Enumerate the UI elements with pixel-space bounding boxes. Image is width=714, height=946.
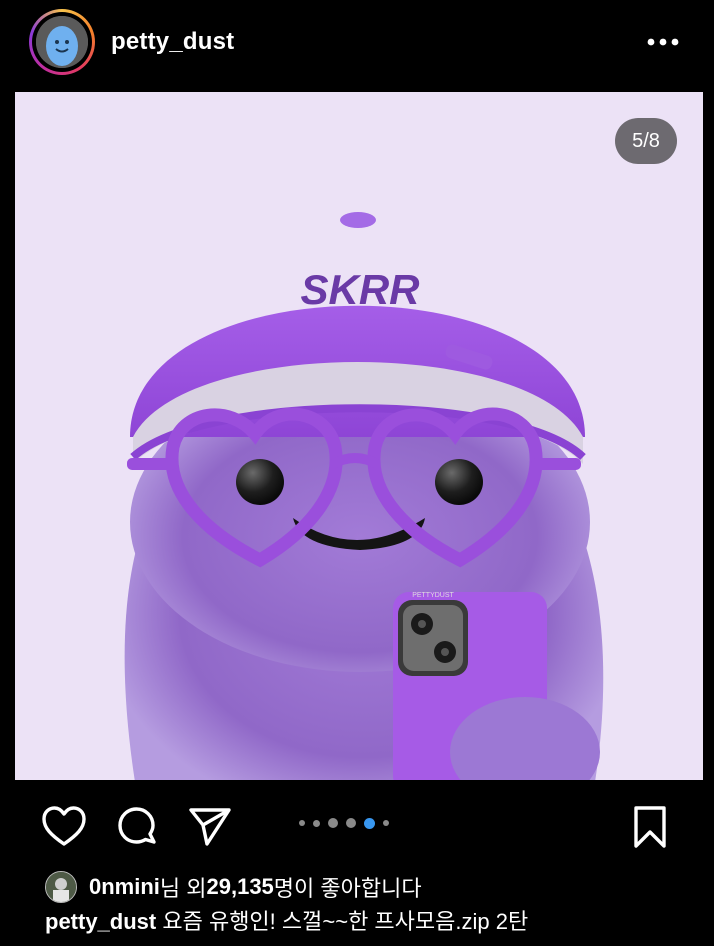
phone-brand-text: PETTYDUST bbox=[412, 592, 454, 599]
carousel-dot bbox=[364, 817, 375, 829]
character-illustration: SKRR PETTYDUST bbox=[124, 212, 604, 780]
header-username[interactable]: petty_dust bbox=[111, 28, 234, 56]
carousel-dot bbox=[346, 818, 356, 828]
caption-text: 요즘 유행인! 스껄~~한 프사모음.zip 2탄 bbox=[156, 909, 529, 934]
caption-row: petty_dust 요즘 유행인! 스껄~~한 프사모음.zip 2탄 bbox=[45, 904, 528, 936]
carousel-dot bbox=[383, 820, 389, 826]
cap-text: SKRR bbox=[300, 266, 420, 313]
slide-counter: 5/8 bbox=[615, 118, 677, 164]
likes-count[interactable]: 29,135 bbox=[207, 874, 274, 900]
heart-icon[interactable] bbox=[41, 804, 87, 850]
story-ring[interactable] bbox=[29, 9, 95, 75]
liker-avatar[interactable] bbox=[45, 871, 77, 903]
send-icon[interactable] bbox=[187, 804, 233, 850]
likes-mid-text: 님 외 bbox=[159, 876, 207, 901]
bookmark-icon[interactable] bbox=[627, 804, 673, 850]
likes-tail-text: 명이 좋아합니다 bbox=[273, 876, 422, 901]
carousel-indicator bbox=[299, 817, 429, 829]
likes-row: 0nmini 님 외 29,135 명이 좋아합니다 bbox=[45, 870, 422, 904]
post-image[interactable]: SKRR PETTYDUST 5/8 bbox=[15, 92, 703, 780]
post-header: petty_dust bbox=[15, 0, 703, 92]
post-frame: petty_dust SKRR PETTYDUST 5/8 0nmini 님 외… bbox=[15, 0, 703, 946]
carousel-dot bbox=[328, 818, 338, 828]
carousel-dot bbox=[313, 819, 320, 827]
avatar[interactable] bbox=[36, 16, 88, 68]
comment-icon[interactable] bbox=[114, 804, 160, 850]
caption-username[interactable]: petty_dust bbox=[45, 909, 156, 934]
carousel-dot bbox=[299, 820, 305, 826]
liker-username[interactable]: 0nmini bbox=[89, 874, 160, 900]
more-horizontal-icon[interactable] bbox=[643, 28, 683, 56]
action-bar bbox=[15, 780, 703, 870]
